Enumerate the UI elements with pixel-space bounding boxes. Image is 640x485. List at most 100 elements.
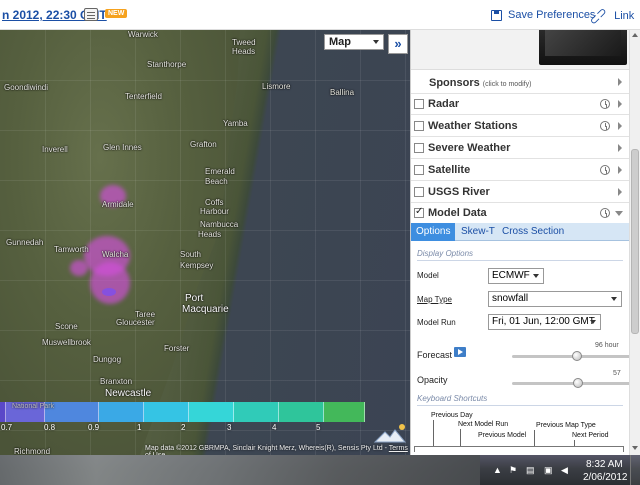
forecast-label: Forecast [417, 350, 453, 360]
play-icon[interactable] [454, 347, 466, 357]
grid-line [0, 80, 410, 81]
scrollbar-thumb[interactable] [631, 149, 639, 334]
clock-icon[interactable] [600, 165, 610, 175]
map-town-label: Goondiwindi [4, 83, 49, 92]
layer-row-model-data[interactable]: Model Data [411, 203, 629, 224]
clock-time[interactable]: 8:32 AM [586, 459, 623, 470]
map-town-label: Heads [232, 47, 256, 56]
layer-checkbox[interactable] [414, 187, 424, 197]
shortcut-pointer [460, 429, 461, 446]
new-badge: NEW [105, 9, 128, 18]
model-run-value: Fri, 01 Jun, 12:00 GMT [492, 316, 595, 327]
legend-tick-label: 0.7 [1, 423, 13, 432]
layer-row-radar[interactable]: Radar [411, 94, 629, 115]
map-type-value: Map [329, 36, 351, 48]
chevron-right-icon[interactable] [618, 188, 622, 196]
attribution-text: Map data ©2012 GBRMPA, Sinclair Knight M… [145, 445, 389, 452]
chevron-down-icon [611, 297, 617, 301]
legend-tick-label: 5 [316, 423, 321, 432]
link-button[interactable]: ⊂⊃ Link [586, 4, 634, 28]
chevron-down-icon[interactable] [615, 211, 623, 216]
layer-checkbox[interactable] [414, 99, 424, 109]
layer-row-satellite[interactable]: Satellite [411, 160, 629, 181]
model-run-label: Model Run [417, 318, 456, 327]
legend-tick-label: 1 [137, 423, 142, 432]
grid-line [405, 30, 406, 455]
map-legend [0, 402, 366, 422]
sponsors-row[interactable]: Sponsors (click to modify) [411, 72, 629, 94]
tab-cross-section[interactable]: Cross Section [497, 223, 569, 241]
legend-tick-label: 0.9 [88, 423, 100, 432]
opacity-slider-thumb[interactable] [573, 378, 584, 388]
action-center-flag-icon[interactable]: ⚑ [509, 466, 518, 475]
map-type-label[interactable]: Map Type [417, 295, 452, 304]
map-town-label: Inverell [42, 145, 68, 154]
legend-tick-label: 3 [227, 423, 232, 432]
save-preferences-button[interactable]: Save Preferences [491, 9, 595, 21]
network-icon[interactable]: ▣ [544, 466, 553, 475]
expand-panel-button[interactable]: » [388, 34, 408, 54]
map-view[interactable]: Warwick Tweed Heads Stanthorpe Goondiwindi Li… [0, 30, 410, 455]
map-town-label: Emerald [205, 167, 235, 176]
map-town-label: Heads [198, 230, 222, 239]
layer-checkbox[interactable] [414, 206, 424, 218]
tab-skew-t[interactable]: Skew-T [456, 223, 500, 241]
clock-icon[interactable] [600, 99, 610, 109]
layer-row-severe-weather[interactable]: Severe Weather [411, 138, 629, 159]
calendar-icon[interactable] [84, 8, 98, 21]
chevron-right-icon[interactable] [618, 122, 622, 130]
map-town-label: Harbour [200, 207, 229, 216]
shortcut-next-period: Next Period [572, 432, 609, 439]
layer-row-weather-stations[interactable]: Weather Stations [411, 116, 629, 137]
sponsors-label: Sponsors (click to modify) [429, 77, 531, 89]
snowfall-core [102, 288, 116, 296]
map-type-field[interactable]: snowfall [488, 291, 622, 307]
keyboard-shortcuts-title: Keyboard Shortcuts [417, 394, 488, 403]
chevron-right-icon[interactable] [618, 166, 622, 174]
map-type-select[interactable]: Map [324, 34, 384, 50]
map-town-label: Nambucca [200, 220, 239, 229]
shortcut-pointer [433, 420, 434, 446]
map-town-label: Walcha [102, 250, 129, 259]
advertisement[interactable] [411, 30, 629, 70]
show-hidden-icons-icon[interactable]: ▲ [493, 466, 502, 475]
tray-app-icon[interactable]: ▤ [526, 466, 535, 475]
shortcut-pointer [534, 430, 535, 446]
map-town-label: South [180, 250, 201, 259]
clock-icon[interactable] [600, 121, 610, 131]
forecast-slider-thumb[interactable] [572, 351, 582, 361]
scroll-down-icon[interactable] [632, 446, 638, 450]
layer-row-usgs-river[interactable]: USGS River [411, 182, 629, 203]
layer-checkbox[interactable] [414, 121, 424, 131]
grid-line [45, 30, 46, 455]
map-attribution: Map data ©2012 GBRMPA, Sinclair Knight M… [145, 445, 410, 455]
map-town-label: Grafton [190, 140, 217, 149]
clock-date[interactable]: 2/06/2012 [583, 472, 628, 483]
top-bar: n 2012, 22:30 GMT NEW Save Preferences ⊂… [0, 0, 640, 30]
panel-scrollbar[interactable] [629, 30, 640, 455]
legend-swatch [324, 402, 365, 422]
layer-checkbox[interactable] [414, 143, 424, 153]
tab-options[interactable]: Options [411, 223, 456, 241]
map-town-label: Tamworth [54, 245, 89, 254]
show-desktop-button[interactable] [630, 455, 640, 485]
keyboard-diagram [414, 446, 624, 452]
volume-icon[interactable]: ◀ [561, 466, 570, 475]
chevron-right-icon[interactable] [618, 100, 622, 108]
legend-swatch [189, 402, 234, 422]
layer-label: USGS River [428, 186, 490, 198]
scroll-up-icon[interactable] [632, 33, 638, 37]
layer-checkbox[interactable] [414, 165, 424, 175]
forecast-slider[interactable] [512, 351, 629, 361]
model-options: Display Options Model ECMWF Map Type sno… [411, 241, 629, 455]
model-select[interactable]: ECMWF [488, 268, 544, 284]
opacity-slider[interactable] [512, 378, 629, 388]
legend-tick-label: 2 [181, 423, 186, 432]
layer-label: Satellite [428, 164, 471, 176]
model-run-select[interactable]: Fri, 01 Jun, 12:00 GMT [488, 314, 601, 330]
sponsors-hint: (click to modify) [482, 80, 532, 88]
grid-line [0, 130, 410, 131]
section-divider [417, 260, 623, 261]
chevron-right-icon[interactable] [618, 144, 622, 152]
clock-icon[interactable] [600, 208, 610, 218]
